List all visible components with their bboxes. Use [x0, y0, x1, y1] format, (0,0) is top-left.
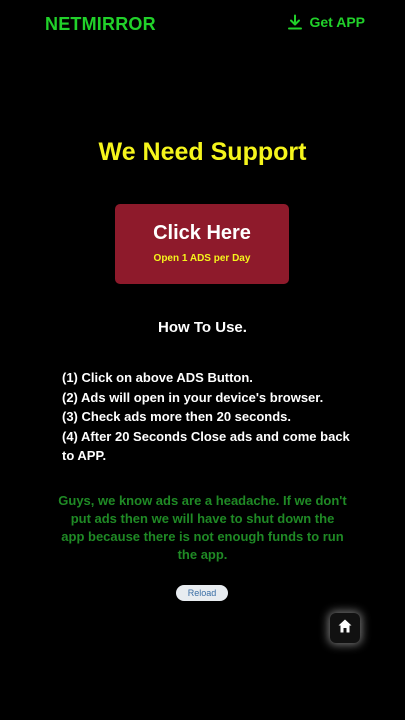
brand-logo-text[interactable]: NETMIRROR — [45, 14, 156, 35]
step-item: (1) Click on above ADS Button. — [62, 370, 253, 385]
step-item: (3) Check ads more then 20 seconds. — [62, 409, 292, 424]
how-to-use-title: How To Use. — [158, 319, 247, 336]
steps-list: (1) Click on above ADS Button. (2) Ads w… — [62, 368, 352, 466]
ads-button-title: Click Here — [153, 222, 251, 244]
home-button[interactable] — [330, 613, 360, 643]
get-app-label: Get APP — [309, 14, 366, 30]
step-item: (4) After 20 Seconds Close ads and come … — [62, 428, 350, 464]
ads-support-note: Guys, we know ads are a headache. If we … — [58, 493, 347, 562]
reload-button[interactable]: Reload — [176, 585, 228, 601]
get-app-button[interactable]: Get APP — [287, 14, 366, 30]
ads-button-subtitle: Open 1 ADS per Day — [153, 253, 251, 264]
top-header: NETMIRROR Get APP — [0, 0, 405, 50]
step-item: (2) Ads will open in your device's brows… — [62, 389, 324, 405]
download-icon — [287, 14, 303, 30]
page-headline: We Need Support — [98, 138, 307, 166]
home-icon — [337, 618, 353, 639]
ads-click-button[interactable]: Click Here Open 1 ADS per Day — [115, 204, 289, 284]
